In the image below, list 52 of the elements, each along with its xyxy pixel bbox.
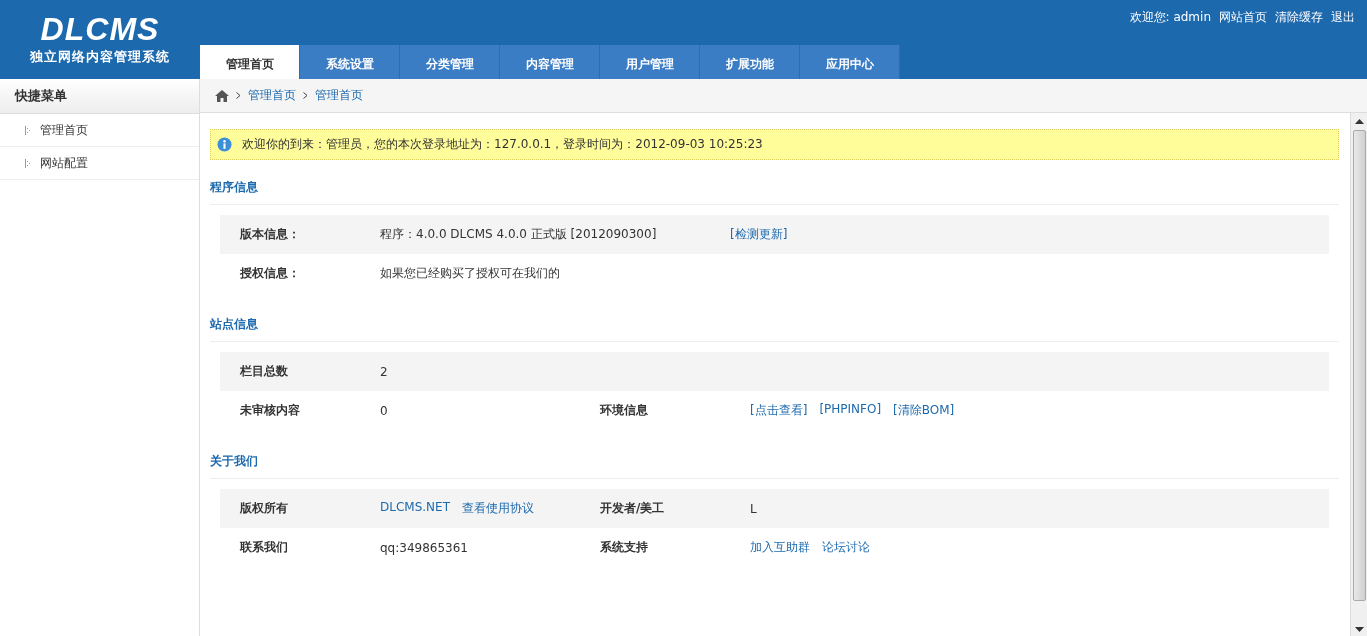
scroll-up-icon[interactable] bbox=[1354, 119, 1364, 124]
breadcrumb-link[interactable]: 管理首页 bbox=[315, 87, 363, 104]
field-value: 2 bbox=[380, 364, 388, 379]
field-value: 0 bbox=[380, 403, 388, 418]
nav-tab[interactable]: 用户管理 bbox=[600, 45, 700, 79]
text-link[interactable]: [清除BOM] bbox=[893, 402, 955, 419]
notice-text: 欢迎你的到来：管理员，您的本次登录地址为：127.0.0.1，登录时间为：2012-09-03 10:25:23 bbox=[242, 136, 763, 153]
nav-tab[interactable]: 应用中心 bbox=[800, 45, 900, 79]
text-link[interactable]: [点击查看] bbox=[750, 402, 808, 419]
info-icon bbox=[217, 137, 232, 152]
section-title: 程序信息 bbox=[210, 179, 1339, 205]
field-label: 授权信息： bbox=[240, 265, 300, 282]
welcome-text: 欢迎您: admin bbox=[1129, 9, 1211, 26]
field-value: qq:349865361 bbox=[380, 540, 468, 555]
field-value: 如果您已经购买了授权可在我们的 bbox=[380, 265, 560, 282]
nav-tab[interactable]: 内容管理 bbox=[500, 45, 600, 79]
field-value: 程序：4.0.0 DLCMS 4.0.0 正式版 [2012090300] bbox=[380, 226, 657, 243]
text-link[interactable]: 查看使用协议 bbox=[462, 500, 534, 517]
text-link[interactable]: DLCMS.NET bbox=[380, 500, 450, 517]
nav-tab[interactable]: 扩展功能 bbox=[700, 45, 800, 79]
field-label: 联系我们 bbox=[240, 539, 288, 556]
field-label: 栏目总数 bbox=[240, 363, 288, 380]
nav-tab[interactable]: 分类管理 bbox=[400, 45, 500, 79]
scrollbar[interactable] bbox=[1350, 113, 1367, 636]
nav-tab[interactable]: 管理首页 bbox=[200, 45, 300, 79]
field-label: 系统支持 bbox=[600, 539, 648, 556]
home-icon[interactable] bbox=[215, 89, 229, 102]
header-link[interactable]: 清除缓存 bbox=[1275, 9, 1323, 26]
scroll-thumb[interactable] bbox=[1352, 130, 1366, 601]
field-label: 环境信息 bbox=[600, 402, 648, 419]
scroll-down-icon[interactable] bbox=[1354, 627, 1364, 632]
chevron-icon bbox=[236, 92, 241, 99]
breadcrumb-link[interactable]: 管理首页 bbox=[248, 87, 296, 104]
sidebar-item[interactable]: 管理首页 bbox=[40, 121, 88, 139]
field-label: 未审核内容 bbox=[240, 402, 300, 419]
field-label: 版权所有 bbox=[240, 500, 288, 517]
chevron-icon bbox=[303, 92, 308, 99]
header-link[interactable]: 网站首页 bbox=[1219, 9, 1267, 26]
sidebar-item[interactable]: 网站配置 bbox=[40, 154, 88, 172]
section-title: 站点信息 bbox=[210, 316, 1339, 342]
logo-subtitle: 独立网络内容管理系统 bbox=[30, 48, 170, 66]
text-link[interactable]: [检测更新] bbox=[730, 226, 788, 243]
logo-text: DLCMS bbox=[40, 12, 160, 46]
section-title: 关于我们 bbox=[210, 453, 1339, 479]
field-value: L bbox=[750, 501, 757, 516]
text-link[interactable]: 加入互助群 bbox=[750, 539, 810, 556]
text-link[interactable]: 论坛讨论 bbox=[822, 539, 870, 556]
text-link[interactable]: [PHPINFO] bbox=[819, 402, 882, 419]
header-link[interactable]: 退出 bbox=[1331, 9, 1355, 26]
nav-tab[interactable]: 系统设置 bbox=[300, 45, 400, 79]
field-label: 开发者/美工 bbox=[600, 500, 665, 517]
field-label: 版本信息： bbox=[240, 226, 300, 243]
